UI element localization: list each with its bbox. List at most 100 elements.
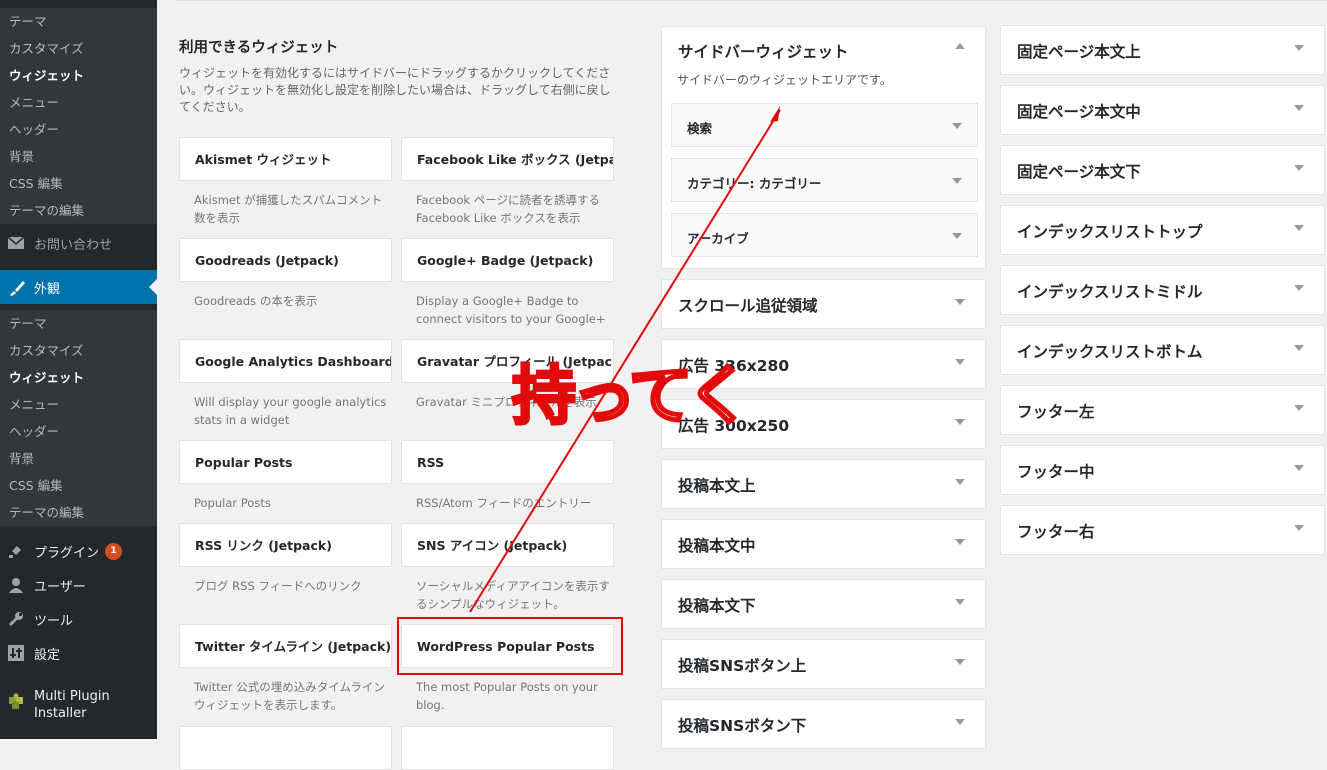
- caret-down-icon[interactable]: [1294, 405, 1304, 411]
- caret-up-icon[interactable]: [955, 43, 965, 49]
- widget-google-plus-badge[interactable]: Google+ Badge (Jetpack): [401, 238, 614, 282]
- widget-twitter-timeline[interactable]: Twitter タイムライン (Jetpack): [179, 624, 392, 668]
- menu-contact[interactable]: お問い合わせ: [0, 232, 157, 252]
- caret-down-icon[interactable]: [955, 659, 965, 665]
- widget-goodreads[interactable]: Goodreads (Jetpack): [179, 238, 392, 282]
- submenu-theme-editor[interactable]: テーマの編集: [0, 197, 157, 224]
- submenu-background[interactable]: 背景: [0, 143, 157, 170]
- widget-desc: The most Popular Posts on your blog.: [416, 680, 598, 712]
- widget-categories-label: カテゴリー: カテゴリー: [687, 176, 822, 191]
- menu-users-label: ユーザー: [34, 579, 86, 595]
- caret-down-icon[interactable]: [955, 479, 965, 485]
- widget-rss[interactable]: RSS: [401, 440, 614, 484]
- caret-down-icon[interactable]: [1294, 225, 1304, 231]
- widget-area-footer-right[interactable]: フッター右: [1000, 505, 1325, 555]
- widget-categories[interactable]: カテゴリー: カテゴリー: [671, 158, 978, 202]
- widget-sns-icons[interactable]: SNS アイコン (Jetpack): [401, 523, 614, 567]
- menu-multi-plugin-installer[interactable]: Multi Plugin Installer: [0, 688, 157, 728]
- widget-area-scroll-follow[interactable]: スクロール追従領域: [661, 279, 986, 329]
- sidebar-widget-area: サイドバーウィジェット サイドバーのウィジェットエリアです。 検索 カテゴリー:…: [661, 26, 986, 269]
- menu-contact-label: お問い合わせ: [34, 238, 113, 252]
- widget-next[interactable]: [401, 726, 614, 770]
- caret-down-icon[interactable]: [1294, 45, 1304, 51]
- menu-plugins[interactable]: プラグイン 1: [0, 534, 157, 568]
- widget-area-post-middle[interactable]: 投稿本文中: [661, 519, 986, 569]
- widget-desc: Goodreads の本を表示: [194, 294, 318, 308]
- submenu-header[interactable]: ヘッダー: [0, 418, 157, 445]
- widget-area-title: 投稿SNSボタン上: [678, 657, 807, 675]
- widget-area-post-sns-top[interactable]: 投稿SNSボタン上: [661, 639, 986, 689]
- submenu-header[interactable]: ヘッダー: [0, 116, 157, 143]
- submenu-theme-editor[interactable]: テーマの編集: [0, 499, 157, 526]
- widget-next[interactable]: [179, 726, 392, 770]
- widget-area-page-top[interactable]: 固定ページ本文上: [1000, 25, 1325, 75]
- widget-area-footer-center[interactable]: フッター中: [1000, 445, 1325, 495]
- caret-down-icon[interactable]: [1294, 465, 1304, 471]
- widget-desc: Will display your google analytics stats…: [194, 395, 387, 427]
- caret-down-icon[interactable]: [955, 539, 965, 545]
- caret-down-icon[interactable]: [955, 419, 965, 425]
- menu-appearance[interactable]: 外観: [0, 270, 157, 304]
- widget-desc: RSS/Atom フィードのエントリー: [416, 496, 592, 510]
- submenu-theme[interactable]: テーマ: [0, 310, 157, 337]
- submenu-css-edit[interactable]: CSS 編集: [0, 170, 157, 197]
- caret-down-icon[interactable]: [1294, 105, 1304, 111]
- widget-area-page-bottom[interactable]: 固定ページ本文下: [1000, 145, 1325, 195]
- widget-desc: Display a Google+ Badge to connect visit…: [416, 294, 606, 326]
- widget-area-index-middle[interactable]: インデックスリストミドル: [1000, 265, 1325, 315]
- available-widgets-description: ウィジェットを有効化するにはサイドバーにドラッグするかクリックしてください。ウィ…: [179, 66, 611, 114]
- annotation-text: 持ってく: [511, 359, 753, 436]
- caret-down-icon[interactable]: [955, 719, 965, 725]
- widget-archives[interactable]: アーカイブ: [671, 213, 978, 257]
- widget-area-title: 固定ページ本文下: [1017, 163, 1141, 181]
- submenu-widgets[interactable]: ウィジェット: [0, 62, 157, 89]
- widget-area-title: フッター中: [1017, 463, 1095, 481]
- menu-appearance-label: 外観: [34, 281, 61, 297]
- submenu-menus[interactable]: メニュー: [0, 89, 157, 116]
- widget-area-title: インデックスリストトップ: [1017, 223, 1203, 241]
- caret-down-icon[interactable]: [1294, 345, 1304, 351]
- caret-down-icon[interactable]: [955, 299, 965, 305]
- plugins-update-badge: 1: [105, 542, 123, 560]
- menu-settings[interactable]: 設定: [0, 636, 157, 670]
- widget-area-index-top[interactable]: インデックスリストトップ: [1000, 205, 1325, 255]
- widget-search[interactable]: 検索: [671, 103, 978, 147]
- widget-area-post-sns-bottom[interactable]: 投稿SNSボタン下: [661, 699, 986, 749]
- submenu-theme[interactable]: テーマ: [0, 8, 157, 35]
- widget-akismet[interactable]: Akismet ウィジェット: [179, 137, 392, 181]
- submenu-widgets[interactable]: ウィジェット: [0, 364, 157, 391]
- widget-area-title: フッター右: [1017, 523, 1095, 541]
- menu-mpi-label: Multi Plugin Installer: [34, 689, 110, 721]
- submenu-css-edit[interactable]: CSS 編集: [0, 472, 157, 499]
- paintbrush-icon: [8, 279, 25, 296]
- widget-area-footer-left[interactable]: フッター左: [1000, 385, 1325, 435]
- widget-facebook-like-box[interactable]: Facebook Like ボックス (Jetpack): [401, 137, 614, 181]
- sidebar-widget-description: サイドバーのウィジェットエリアです。: [677, 73, 892, 87]
- caret-down-icon[interactable]: [1294, 165, 1304, 171]
- widget-area-title: 投稿本文上: [678, 477, 756, 495]
- caret-down-icon[interactable]: [1294, 525, 1304, 531]
- submenu-appearance: テーマ カスタマイズ ウィジェット メニュー ヘッダー 背景 CSS 編集 テー…: [0, 310, 157, 526]
- user-icon: [8, 577, 24, 593]
- widget-google-analytics-dashboard[interactable]: Google Analytics Dashboard: [179, 339, 392, 383]
- widget-area-post-bottom[interactable]: 投稿本文下: [661, 579, 986, 629]
- widget-area-post-top[interactable]: 投稿本文上: [661, 459, 986, 509]
- submenu-menus[interactable]: メニュー: [0, 391, 157, 418]
- widget-rss-links[interactable]: RSS リンク (Jetpack): [179, 523, 392, 567]
- widget-popular-posts[interactable]: Popular Posts: [179, 440, 392, 484]
- submenu-customize[interactable]: カスタマイズ: [0, 337, 157, 364]
- caret-down-icon[interactable]: [1294, 285, 1304, 291]
- menu-users[interactable]: ユーザー: [0, 568, 157, 602]
- widget-desc: ブログ RSS フィードへのリンク: [194, 579, 362, 593]
- submenu-background[interactable]: 背景: [0, 445, 157, 472]
- sidebar-widget-title[interactable]: サイドバーウィジェット: [678, 40, 849, 62]
- caret-down-icon[interactable]: [955, 359, 965, 365]
- puzzle-icon: [8, 692, 24, 709]
- submenu-customize[interactable]: カスタマイズ: [0, 35, 157, 62]
- widget-area-title: インデックスリストミドル: [1017, 283, 1203, 301]
- menu-tools[interactable]: ツール: [0, 602, 157, 636]
- widget-area-index-bottom[interactable]: インデックスリストボトム: [1000, 325, 1325, 375]
- widget-desc: Akismet が捕獲したスパムコメント数を表示: [194, 193, 383, 225]
- caret-down-icon[interactable]: [955, 599, 965, 605]
- widget-area-page-middle[interactable]: 固定ページ本文中: [1000, 85, 1325, 135]
